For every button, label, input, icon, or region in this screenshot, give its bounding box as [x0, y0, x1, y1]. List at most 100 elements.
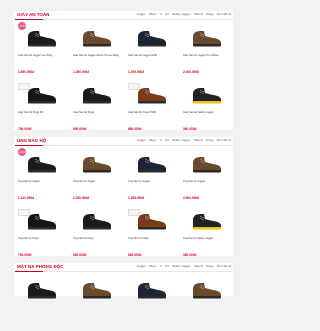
product-price: 1.250.000đ — [73, 70, 90, 74]
product-image[interactable] — [135, 153, 169, 175]
product-name[interactable]: Ủng bảo hộ Safety Jogger — [183, 237, 231, 240]
product-card[interactable]: Ủng bảo hộ Kings 680.000đ — [126, 204, 178, 262]
product-image[interactable] — [135, 27, 169, 49]
product-card[interactable]: Giày bảo hộ Kings KR 790.000đ — [16, 78, 68, 136]
tab-2[interactable]: Ziben — [149, 138, 157, 143]
product-image[interactable] — [25, 27, 59, 49]
shoe-sole — [138, 227, 166, 230]
tab-5[interactable]: Safety Jogger — [172, 264, 191, 269]
product-name[interactable]: Ủng bảo hộ Jogger — [73, 180, 121, 183]
product-name[interactable]: Ủng bảo hộ Jogger — [183, 180, 231, 183]
product-name[interactable]: Giày bảo hộ Kings — [73, 111, 121, 114]
product-image[interactable] — [80, 27, 114, 49]
tab-view-all[interactable]: Xem tất cả — [217, 12, 231, 17]
product-card[interactable]: Ủng bảo hộ Jogger 2.000.000đ — [181, 147, 233, 205]
product-image[interactable] — [190, 279, 224, 301]
product-card[interactable]: -13% Ủng bảo hộ Jogger 1.120.000đ — [16, 147, 68, 205]
tab-4[interactable]: UV — [165, 264, 169, 269]
tab-6[interactable]: Takumi — [194, 138, 204, 143]
product-price: 2.000.000đ — [183, 70, 200, 74]
product-price: 1.120.000đ — [18, 196, 35, 200]
product-name[interactable]: Ủng bảo hộ Jogger — [128, 180, 176, 183]
product-price: 2.000.000đ — [183, 196, 200, 200]
tab-7[interactable]: Kings — [206, 264, 214, 269]
product-card[interactable]: Giày bảo hộ Kings 690.000đ — [71, 78, 123, 136]
product-image[interactable] — [135, 279, 169, 301]
tab-7[interactable]: Kings — [206, 12, 214, 17]
product-name[interactable]: Ủng bảo hộ Kings — [18, 237, 66, 240]
shoe-body — [138, 88, 166, 102]
section-title: MẶT NẠ PHÒNG ĐỘC — [17, 264, 64, 269]
shoe-body — [138, 157, 166, 171]
tab-6[interactable]: Takumi — [194, 264, 204, 269]
tab-5[interactable]: Safety Jogger — [172, 12, 191, 17]
shoe-body — [138, 31, 166, 45]
product-card[interactable] — [71, 273, 123, 331]
tab-1[interactable]: Jogger — [137, 138, 146, 143]
product-card[interactable]: Giày bảo hộ Jogger Pro Ultima 2.000.000đ — [181, 21, 233, 79]
product-image[interactable] — [25, 210, 59, 232]
section-tabs: Jogger Ziben Yi UV Safety Jogger Takumi … — [137, 12, 231, 17]
tab-3[interactable]: Yi — [159, 138, 162, 143]
product-image[interactable] — [25, 279, 59, 301]
tab-7[interactable]: Kings — [206, 138, 214, 143]
product-image[interactable] — [80, 210, 114, 232]
product-name[interactable]: Giày bảo hộ Jogger Zanmi S3 Lao động — [73, 54, 121, 57]
product-image[interactable] — [80, 84, 114, 106]
product-image[interactable] — [80, 279, 114, 301]
section-title-underline — [15, 19, 43, 20]
product-name[interactable]: Giày bảo hộ Jogger ESD — [128, 54, 176, 57]
product-image[interactable] — [190, 210, 224, 232]
shoe-body — [138, 214, 166, 228]
product-image[interactable] — [190, 84, 224, 106]
product-name[interactable]: Giày bảo hộ Kings KR — [18, 111, 66, 114]
product-name[interactable]: Giày bảo hộ Safety Jogger — [183, 111, 231, 114]
tab-1[interactable]: Jogger — [137, 264, 146, 269]
shoe-sole — [193, 296, 221, 299]
tab-6[interactable]: Takumi — [194, 12, 204, 17]
product-card[interactable]: Giày bảo hộ Jogger ESD 1.295.000đ — [126, 21, 178, 79]
product-image[interactable] — [135, 84, 169, 106]
product-card[interactable]: Ủng bảo hộ Jogger 1.295.000đ — [126, 147, 178, 205]
product-image[interactable] — [80, 153, 114, 175]
product-card[interactable]: Giày bảo hộ Kings KWD 680.000đ — [126, 78, 178, 136]
tab-view-all[interactable]: Xem tất cả — [217, 138, 231, 143]
tab-4[interactable]: UV — [165, 12, 169, 17]
product-card[interactable] — [181, 273, 233, 331]
tab-3[interactable]: Yi — [159, 264, 162, 269]
product-name[interactable]: Ủng bảo hộ Kings — [73, 237, 121, 240]
product-card[interactable]: Ủng bảo hộ Jogger 1.250.000đ — [71, 147, 123, 205]
tab-2[interactable]: Ziben — [149, 12, 157, 17]
product-image[interactable] — [135, 210, 169, 232]
product-card[interactable]: Ủng bảo hộ Kings 790.000đ — [16, 204, 68, 262]
product-card[interactable] — [126, 273, 178, 331]
product-name[interactable]: Ủng bảo hộ Jogger — [18, 180, 66, 183]
tab-view-all[interactable]: Xem tất cả — [217, 264, 231, 269]
shoe-body — [83, 88, 111, 102]
product-price: 680.000đ — [128, 127, 142, 131]
product-image[interactable] — [190, 153, 224, 175]
product-card[interactable] — [16, 273, 68, 331]
product-card[interactable]: Giày bảo hộ Jogger Zanmi S3 Lao động 1.25… — [71, 21, 123, 79]
tab-2[interactable]: Ziben — [149, 264, 157, 269]
shoe-body — [83, 157, 111, 171]
tab-3[interactable]: Yi — [159, 12, 162, 17]
product-card[interactable]: Ủng bảo hộ Safety Jogger 360.000đ — [181, 204, 233, 262]
shoe-body — [83, 283, 111, 297]
product-card[interactable]: Giày bảo hộ Safety Jogger 360.000đ — [181, 78, 233, 136]
product-image[interactable] — [25, 153, 59, 175]
product-card[interactable]: Ủng bảo hộ Kings 690.000đ — [71, 204, 123, 262]
tab-1[interactable]: Jogger — [137, 12, 146, 17]
product-name[interactable]: Giày bảo hộ Kings KWD — [128, 111, 176, 114]
tab-5[interactable]: Safety Jogger — [172, 138, 191, 143]
product-name[interactable]: Giày bảo hộ Jogger Pro Ultima — [183, 54, 231, 57]
shoe-sole — [83, 296, 111, 299]
tab-4[interactable]: UV — [165, 138, 169, 143]
product-name[interactable]: Ủng bảo hộ Kings — [128, 237, 176, 240]
product-card[interactable]: -13% Giày bảo hộ Jogger Lao động 1.550.000… — [16, 21, 68, 79]
section-boots: ỦNG BẢO HỘ Jogger Ziben Yi UV Safety Jog… — [14, 137, 233, 257]
product-image[interactable] — [25, 84, 59, 106]
product-name[interactable]: Giày bảo hộ Jogger Lao động — [18, 54, 66, 57]
product-image[interactable] — [190, 27, 224, 49]
shoe-body — [193, 157, 221, 171]
